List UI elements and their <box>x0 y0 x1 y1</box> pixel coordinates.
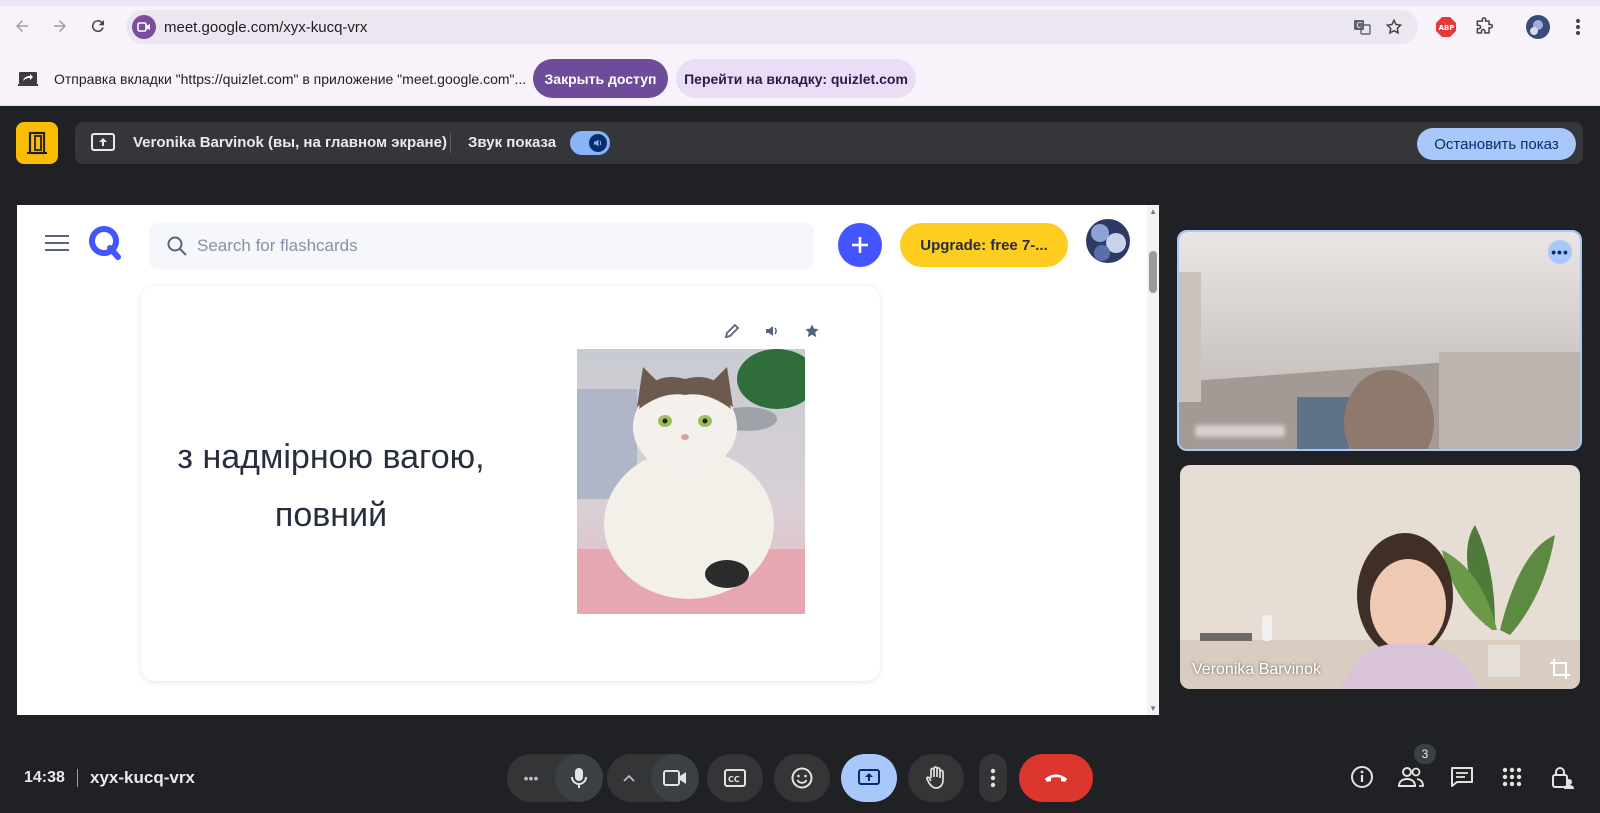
search-icon <box>167 236 187 256</box>
menu-icon[interactable] <box>45 235 69 253</box>
go-to-tab-button[interactable]: Перейти на вкладку: quizlet.com <box>676 59 916 98</box>
search-input[interactable] <box>197 223 797 269</box>
more-options-icon[interactable]: ••• <box>1548 240 1572 264</box>
mic-control-group: ••• <box>507 754 603 802</box>
divider <box>450 133 451 153</box>
screen-share-icon <box>18 71 38 87</box>
back-button[interactable] <box>10 14 34 38</box>
emoji-icon <box>791 767 813 789</box>
arrow-right-icon <box>54 20 66 32</box>
participant-name: Veronika Barvinok <box>1192 661 1321 678</box>
apps-grid-icon <box>1502 767 1522 787</box>
camera-control-group <box>607 754 699 802</box>
cat-image <box>577 349 805 614</box>
info-icon <box>1351 766 1373 788</box>
host-controls-button[interactable] <box>1548 763 1576 791</box>
close-access-button[interactable]: Закрыть доступ <box>533 59 668 98</box>
presenter-label: Veronika Barvinok (вы, на главном экране… <box>133 134 447 151</box>
svg-text:CC: CC <box>728 775 740 784</box>
tab-strip <box>0 0 1600 6</box>
stop-presenting-button[interactable]: Остановить показ <box>1417 128 1576 160</box>
leave-call-button[interactable] <box>1019 754 1093 802</box>
tab-sharing-infobar: Отправка вкладки "https://quizlet.com" в… <box>0 53 1600 106</box>
microphone-icon <box>571 768 587 788</box>
browser-toolbar: meet.google.com/xyx-kucq-vrx G ABP <box>0 0 1600 53</box>
quizlet-avatar[interactable] <box>1086 219 1130 263</box>
scrollbar[interactable]: ▲ ▼ <box>1147 205 1159 715</box>
microphone-button[interactable] <box>555 754 603 802</box>
people-button[interactable] <box>1397 763 1425 791</box>
lock-person-icon <box>1552 767 1574 789</box>
scrollbar-thumb[interactable] <box>1149 251 1157 293</box>
bookmark-star-icon[interactable] <box>1384 17 1404 37</box>
url-text[interactable]: meet.google.com/xyx-kucq-vrx <box>164 19 367 36</box>
plus-icon <box>852 237 868 253</box>
edit-pencil-icon[interactable] <box>721 320 743 342</box>
crop-frame-icon[interactable] <box>1548 657 1572 681</box>
camera-icon <box>663 770 686 786</box>
address-bar[interactable]: meet.google.com/xyx-kucq-vrx G <box>126 10 1418 44</box>
forward-button[interactable] <box>48 14 72 38</box>
exit-door-button[interactable] <box>16 122 58 164</box>
meeting-controls-bar: 14:38 xyx-kucq-vrx ••• CC <box>0 735 1600 813</box>
end-call-icon <box>1045 774 1067 782</box>
audio-speaker-icon[interactable] <box>761 320 783 342</box>
search-bar[interactable] <box>149 223 814 269</box>
create-button[interactable] <box>838 223 882 267</box>
browser-menu-icon[interactable] <box>1566 15 1590 39</box>
more-vert-icon <box>990 768 996 788</box>
chat-icon <box>1451 767 1473 787</box>
share-audio-toggle[interactable] <box>570 131 610 155</box>
flashcard-term: з надмірною вагою, повний <box>177 438 485 534</box>
star-icon[interactable] <box>801 320 823 342</box>
divider <box>77 769 78 787</box>
participant-tile-1[interactable]: ••• <box>1177 230 1582 451</box>
profile-avatar-icon[interactable] <box>1526 15 1550 39</box>
meeting-details-button[interactable] <box>1348 763 1376 791</box>
present-now-button[interactable] <box>841 754 897 802</box>
presenting-strip: Veronika Barvinok (вы, на главном экране… <box>75 122 1583 164</box>
chat-button[interactable] <box>1448 763 1476 791</box>
participant-tile-2[interactable]: Veronika Barvinok <box>1180 465 1580 689</box>
arrow-left-icon <box>16 20 28 32</box>
presenting-bar: Veronika Barvinok (вы, на главном экране… <box>0 106 1600 180</box>
audio-options-button[interactable]: ••• <box>511 754 551 802</box>
captions-button[interactable]: CC <box>707 754 763 802</box>
quizlet-logo-icon[interactable] <box>87 224 123 260</box>
extensions-puzzle-icon[interactable] <box>1472 15 1496 39</box>
svg-text:ABP: ABP <box>1439 24 1455 32</box>
adblock-extension-icon[interactable]: ABP <box>1434 15 1458 39</box>
participant-name-hidden <box>1195 425 1285 437</box>
raise-hand-button[interactable] <box>908 754 964 802</box>
translate-icon[interactable]: G <box>1352 17 1372 37</box>
people-count-badge: 3 <box>1414 744 1436 764</box>
people-icon <box>1398 767 1424 787</box>
hand-icon <box>926 766 944 789</box>
sharing-message: Отправка вкладки "https://quizlet.com" в… <box>54 71 527 87</box>
meeting-code: xyx-kucq-vrx <box>90 768 195 787</box>
present-screen-icon <box>858 769 880 785</box>
closed-captions-icon: CC <box>724 769 746 787</box>
video-options-button[interactable] <box>609 754 649 802</box>
reload-icon <box>91 20 104 33</box>
speaker-icon <box>589 134 607 152</box>
camera-button[interactable] <box>651 754 699 802</box>
flashcard[interactable]: з надмірною вагою, повний <box>141 286 880 681</box>
door-icon <box>27 131 47 155</box>
activities-button[interactable] <box>1498 763 1526 791</box>
meeting-time: 14:38 <box>24 769 65 786</box>
chevron-up-icon <box>623 774 635 782</box>
present-screen-icon <box>91 132 115 154</box>
share-audio-label: Звук показа <box>468 134 557 151</box>
upgrade-button[interactable]: Upgrade: free 7-... <box>900 223 1068 267</box>
reactions-button[interactable] <box>774 754 830 802</box>
shared-screen: Upgrade: free 7-... з надмірною вагою, п… <box>17 205 1159 715</box>
site-info-icon[interactable] <box>132 15 156 39</box>
more-options-button[interactable] <box>979 754 1007 802</box>
reload-button[interactable] <box>86 14 110 38</box>
